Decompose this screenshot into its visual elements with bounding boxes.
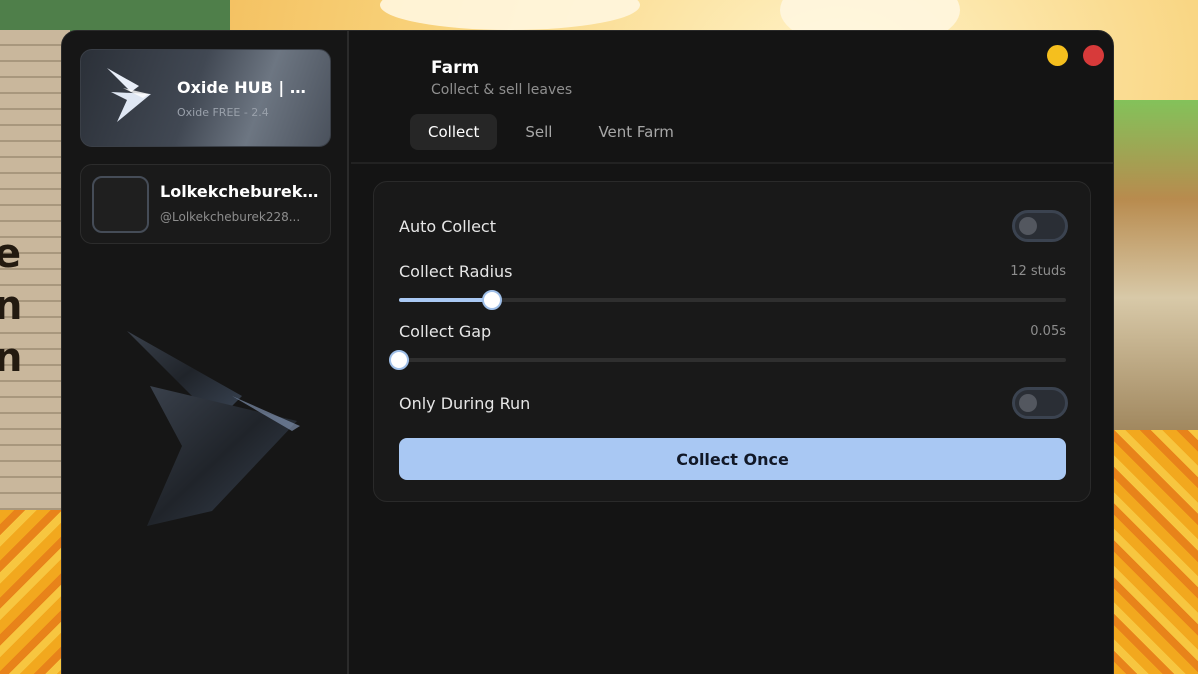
auto-collect-toggle[interactable] [1012, 210, 1068, 242]
collect-settings-panel: Auto Collect Collect Radius 12 studs Col… [373, 181, 1091, 502]
collect-gap-slider[interactable] [389, 350, 1066, 370]
collect-radius-value: 12 studs [1010, 264, 1066, 279]
main-panel: Farm Collect & sell leaves Collect Sell … [351, 31, 1113, 674]
collect-gap-label: Collect Gap [399, 322, 492, 341]
close-button[interactable] [1083, 45, 1104, 66]
page-subtitle: Collect & sell leaves [431, 82, 573, 98]
user-handle: @Lolkekcheburek228... [160, 210, 301, 224]
oxide-hub-window: Oxide HUB | 🍂... Oxide FREE - 2.4 Lolkek… [61, 30, 1114, 674]
slider-fill [399, 298, 493, 302]
slider-thumb[interactable] [389, 350, 409, 370]
only-during-run-label: Only During Run [399, 394, 531, 413]
avatar [92, 176, 149, 233]
toggle-knob [1019, 217, 1037, 235]
tab-bar: Collect Sell Vent Farm [410, 114, 692, 150]
background-sign-text: enn [0, 231, 23, 381]
collect-gap-value: 0.05s [1030, 324, 1066, 339]
tab-collect[interactable]: Collect [410, 114, 498, 150]
hub-version: Oxide FREE - 2.4 [177, 106, 269, 119]
oxide-logo-icon [107, 68, 151, 122]
sidebar: Oxide HUB | 🍂... Oxide FREE - 2.4 Lolkek… [62, 31, 349, 674]
leaf-pile [0, 510, 70, 674]
collect-radius-slider[interactable] [399, 290, 1066, 310]
auto-collect-label: Auto Collect [399, 217, 496, 236]
slider-thumb[interactable] [482, 290, 503, 310]
tab-vent-farm[interactable]: Vent Farm [580, 114, 691, 150]
divider [351, 162, 1113, 164]
toggle-knob [1019, 394, 1037, 412]
hub-card[interactable]: Oxide HUB | 🍂... Oxide FREE - 2.4 [80, 49, 331, 147]
minimize-button[interactable] [1047, 45, 1068, 66]
oxide-watermark-logo-icon [127, 331, 300, 526]
collect-radius-label: Collect Radius [399, 262, 513, 281]
page-title: Farm [431, 58, 480, 78]
user-card[interactable]: Lolkekcheburek2... @Lolkekcheburek228... [80, 164, 331, 244]
slider-track [399, 358, 1066, 362]
tab-sell[interactable]: Sell [507, 114, 570, 150]
only-during-run-toggle[interactable] [1012, 387, 1068, 419]
house-wall [1112, 100, 1198, 430]
collect-once-button[interactable]: Collect Once [399, 438, 1066, 480]
user-display-name: Lolkekcheburek2... [160, 182, 320, 201]
leaf-pile [1112, 430, 1198, 674]
hub-title: Oxide HUB | 🍂... [177, 78, 323, 97]
